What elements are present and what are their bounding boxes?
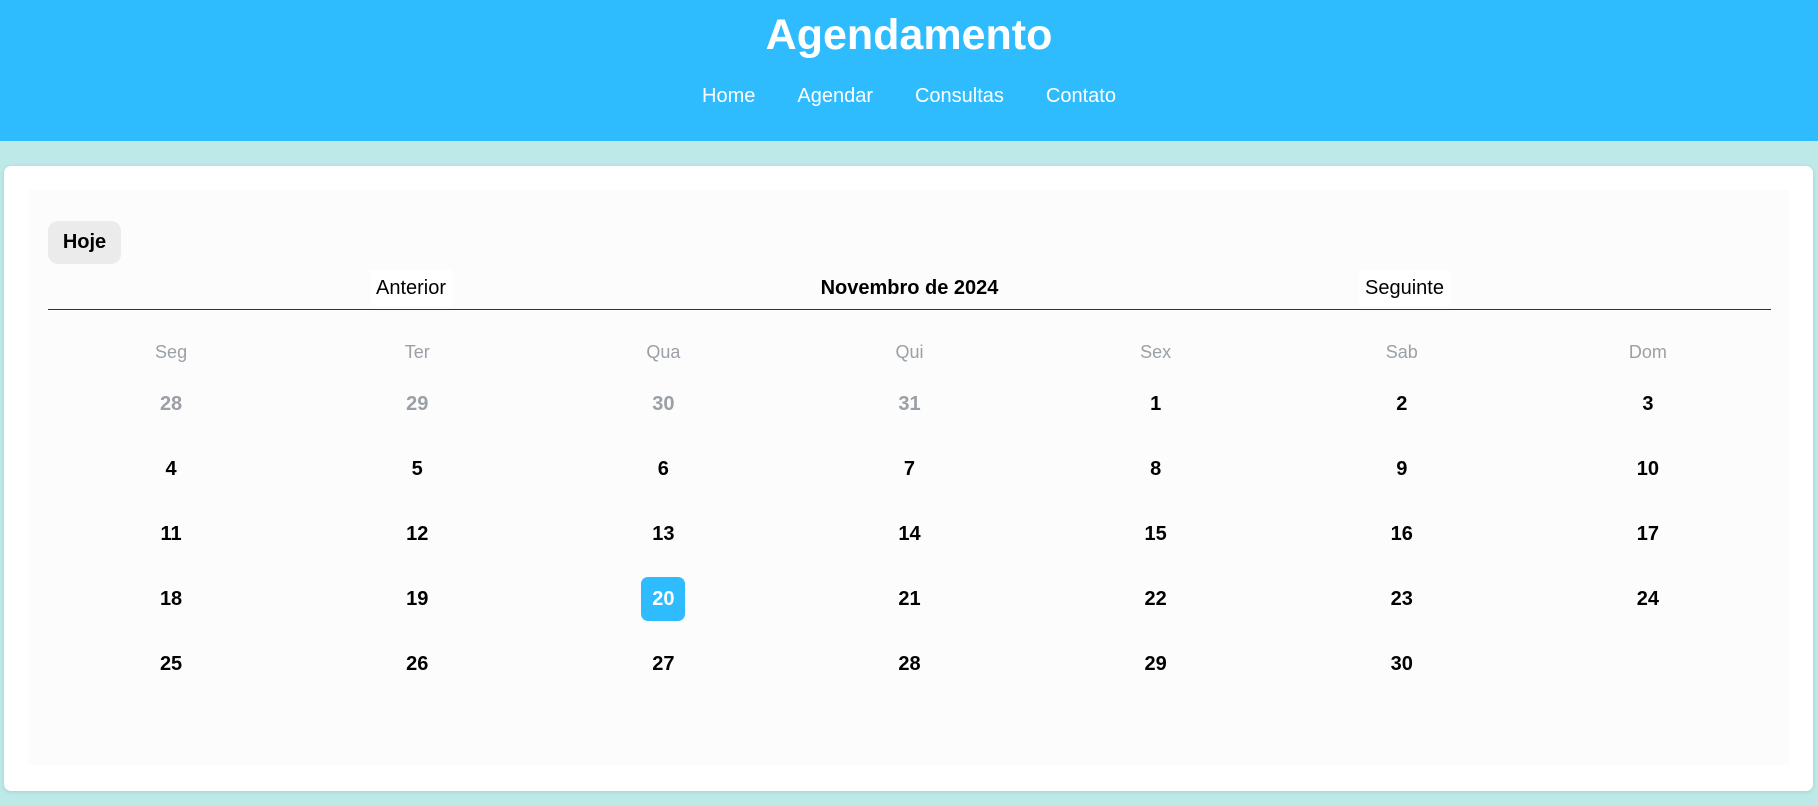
selected-day[interactable]: 20 — [641, 577, 686, 621]
day-cell: 28 — [786, 642, 1032, 707]
calendar-day[interactable]: 9 — [1380, 447, 1424, 491]
calendar-day[interactable]: 4 — [149, 447, 193, 491]
weekday-header: Seg Ter Qua Qui Sex Sab Dom — [48, 340, 1771, 364]
weekday-label: Ter — [404, 342, 430, 362]
calendar-day[interactable]: 5 — [395, 447, 439, 491]
calendar-day[interactable]: 16 — [1380, 512, 1424, 556]
calendar-day[interactable]: 10 — [1626, 447, 1670, 491]
day-cell: 16 — [1279, 512, 1525, 577]
day-cell: 28 — [48, 382, 294, 447]
day-cell: 17 — [1525, 512, 1771, 577]
calendar-day[interactable]: 15 — [1134, 512, 1178, 556]
site-title: Agendamento — [765, 11, 1053, 59]
calendar-day[interactable]: 23 — [1380, 577, 1424, 621]
nav-contato-link[interactable]: Contato — [1046, 82, 1116, 110]
nav-home-link[interactable]: Home — [702, 82, 755, 110]
nav-consultas-link[interactable]: Consultas — [915, 82, 1004, 110]
day-cell: 18 — [48, 577, 294, 642]
day-cell: 29 — [1033, 642, 1279, 707]
weekday-label: Sex — [1140, 342, 1172, 362]
day-cell: 30 — [540, 382, 786, 447]
weekday-label: Sab — [1385, 342, 1418, 362]
weekday-label: Qua — [646, 342, 681, 362]
calendar-day[interactable]: 3 — [1626, 382, 1670, 426]
day-cell: 14 — [786, 512, 1032, 577]
day-cell: 26 — [294, 642, 540, 707]
calendar-day[interactable]: 11 — [149, 512, 193, 556]
day-cell: 13 — [540, 512, 786, 577]
today-button[interactable]: Hoje — [48, 221, 121, 264]
calendar-day[interactable]: 21 — [887, 577, 931, 621]
month-label: Novembro de 2024 — [820, 277, 999, 299]
calendar-day[interactable]: 18 — [149, 577, 193, 621]
day-cell: 11 — [48, 512, 294, 577]
calendar-day[interactable]: 22 — [1134, 577, 1178, 621]
day-cell: 12 — [294, 512, 540, 577]
calendar-day[interactable]: 28 — [887, 642, 931, 686]
day-cell: 15 — [1033, 512, 1279, 577]
day-cell: 2 — [1279, 382, 1525, 447]
day-cell: 4 — [48, 447, 294, 512]
outside-month-day[interactable]: 30 — [641, 382, 685, 426]
day-cell: 31 — [786, 382, 1032, 447]
weekday-label: Qui — [895, 342, 924, 362]
calendar-day[interactable]: 13 — [641, 512, 685, 556]
nav-agendar-link[interactable]: Agendar — [797, 82, 873, 110]
calendar-card: Hoje Anterior Novembro de 2024 Seguinte … — [4, 166, 1813, 791]
calendar-day[interactable]: 7 — [887, 447, 931, 491]
day-cell: 19 — [294, 577, 540, 642]
day-cell: 25 — [48, 642, 294, 707]
day-cell: 10 — [1525, 447, 1771, 512]
site-header: Agendamento Home Agendar Consultas Conta… — [0, 0, 1818, 141]
day-cell: 6 — [540, 447, 786, 512]
weekday-label: Seg — [155, 342, 188, 362]
calendar-day[interactable]: 29 — [1134, 642, 1178, 686]
day-cell: 29 — [294, 382, 540, 447]
calendar: Hoje Anterior Novembro de 2024 Seguinte … — [28, 190, 1789, 765]
outside-month-day[interactable]: 31 — [887, 382, 931, 426]
calendar-day[interactable]: 12 — [395, 512, 439, 556]
calendar-day[interactable]: 6 — [641, 447, 685, 491]
day-cell: 24 — [1525, 577, 1771, 642]
day-cell: 22 — [1033, 577, 1279, 642]
calendar-day[interactable]: 26 — [395, 642, 439, 686]
outside-month-day[interactable]: 29 — [395, 382, 439, 426]
day-cell: 1 — [1033, 382, 1279, 447]
calendar-day[interactable]: 2 — [1380, 382, 1424, 426]
day-cell: 3 — [1525, 382, 1771, 447]
calendar-day[interactable]: 30 — [1380, 642, 1424, 686]
day-cell: 9 — [1279, 447, 1525, 512]
day-cell: 8 — [1033, 447, 1279, 512]
calendar-day[interactable]: 17 — [1626, 512, 1670, 556]
day-cell: 7 — [786, 447, 1032, 512]
main-nav: Home Agendar Consultas Contato — [0, 82, 1818, 110]
day-cell: 23 — [1279, 577, 1525, 642]
calendar-day[interactable]: 27 — [641, 642, 685, 686]
outside-month-day[interactable]: 28 — [149, 382, 193, 426]
calendar-day[interactable]: 1 — [1134, 382, 1178, 426]
calendar-day[interactable]: 19 — [395, 577, 439, 621]
calendar-day[interactable]: 8 — [1134, 447, 1178, 491]
next-month-button[interactable]: Seguinte — [1359, 270, 1450, 306]
calendar-navigation: Anterior Novembro de 2024 Seguinte — [48, 270, 1771, 310]
calendar-day[interactable]: 25 — [149, 642, 193, 686]
calendar-day[interactable]: 24 — [1626, 577, 1670, 621]
day-cell: 20 — [540, 577, 786, 642]
calendar-day[interactable]: 14 — [887, 512, 931, 556]
weekday-label: Dom — [1628, 342, 1667, 362]
day-cell: 5 — [294, 447, 540, 512]
day-cell: 30 — [1279, 642, 1525, 707]
day-cell: 21 — [786, 577, 1032, 642]
day-cell: 27 — [540, 642, 786, 707]
days-grid: 28 29 30 31 1 2 3 4 5 6 7 8 9 10 11 12 13 14 15 16 17 18 19 20 2… — [48, 382, 1771, 707]
